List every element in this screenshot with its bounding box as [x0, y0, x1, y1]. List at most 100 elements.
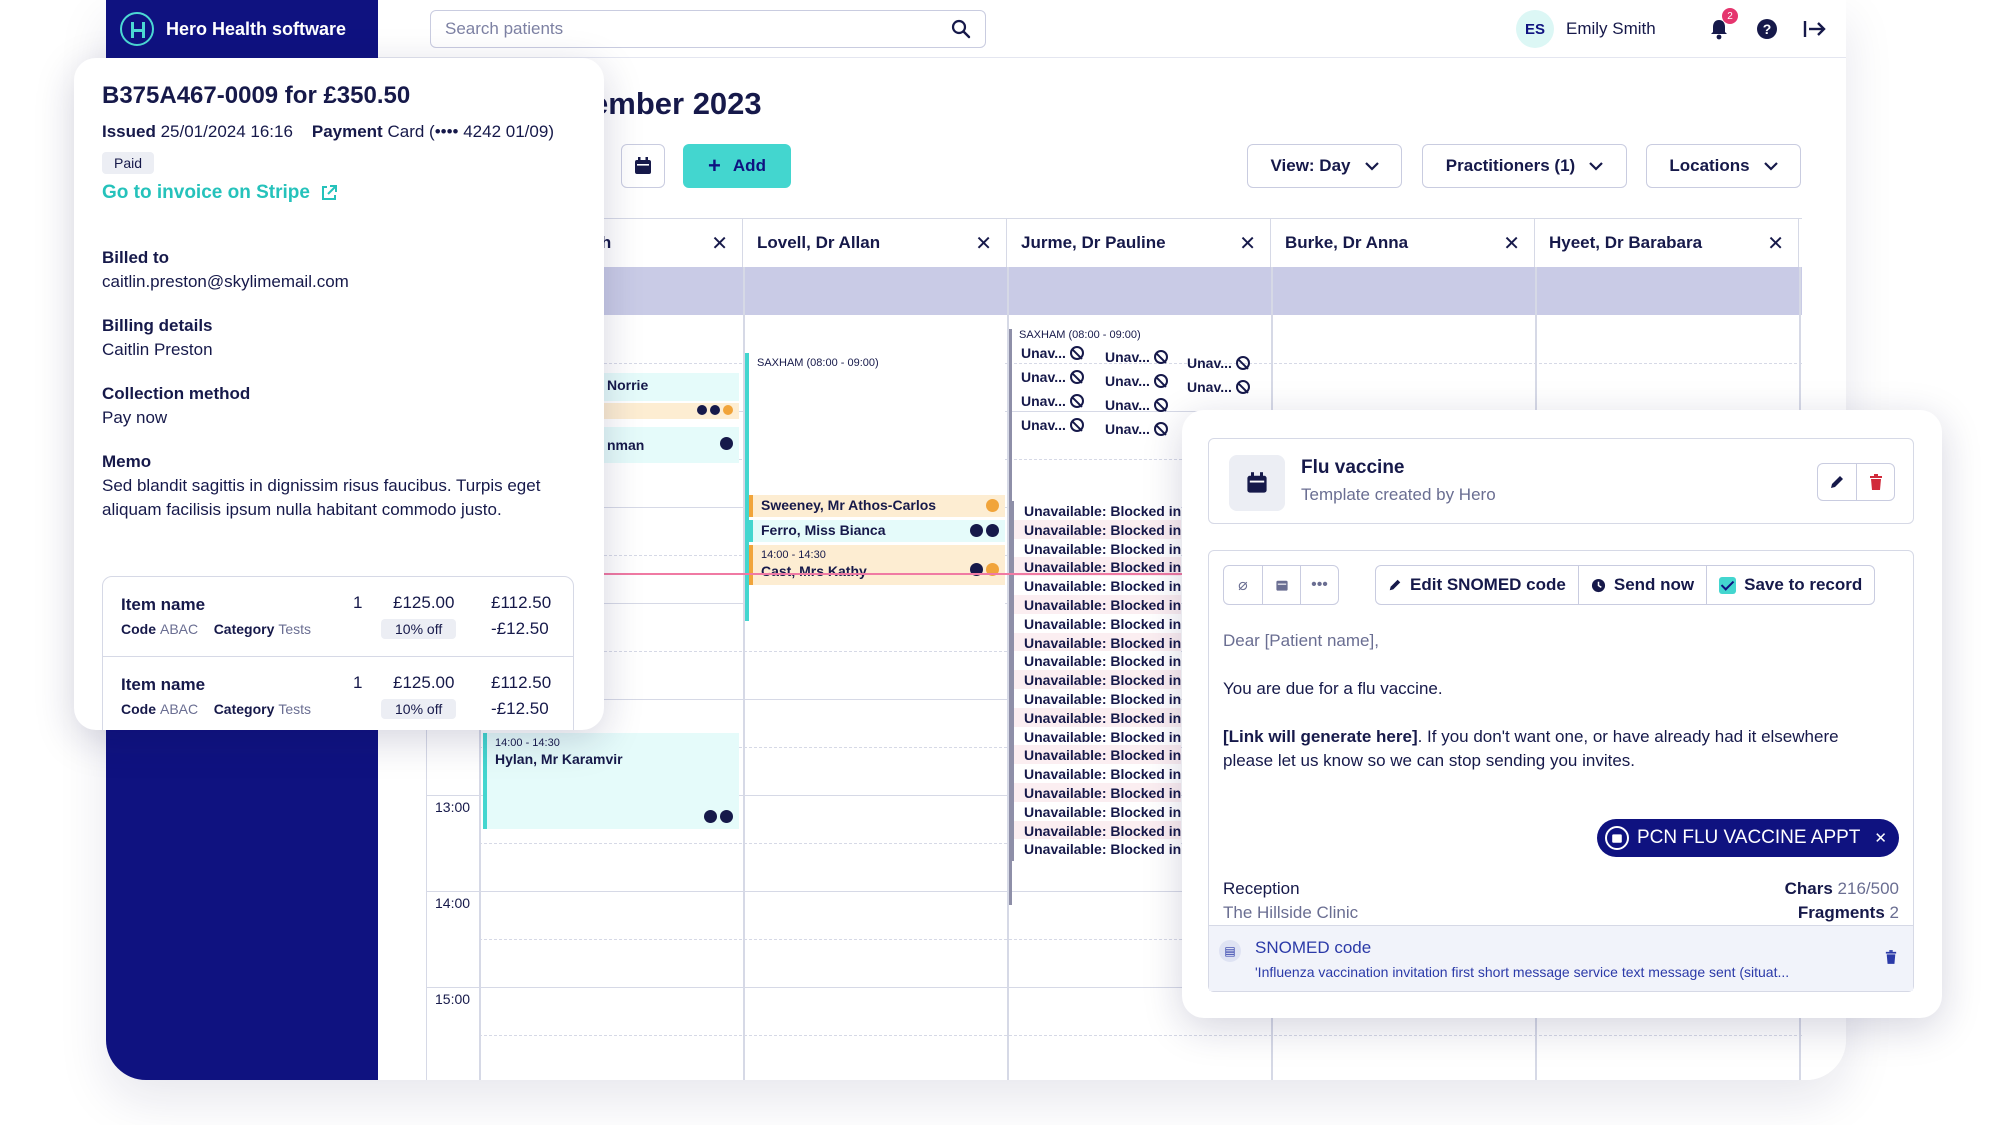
search-box[interactable] [430, 10, 986, 48]
unavailable-slot[interactable]: Unav... [1021, 345, 1084, 361]
editor-tools: ⌀ ••• [1223, 565, 1339, 605]
billing-details: Billing details Caitlin Preston [102, 316, 213, 359]
appointment-card[interactable]: Ferro, Miss Bianca [749, 520, 1005, 542]
video-icon [710, 405, 720, 415]
delete-button[interactable] [1856, 464, 1894, 500]
svg-text:?: ? [1763, 21, 1772, 37]
payment-label: Payment [311, 122, 383, 141]
external-link-icon [321, 185, 337, 200]
payment-icon [723, 405, 733, 415]
practitioners-dropdown[interactable]: Practitioners (1) [1422, 144, 1627, 188]
chevron-down-icon [1364, 161, 1379, 171]
blocked-icon [1153, 374, 1168, 388]
edit-snomed-button[interactable]: Edit SNOMED code [1376, 566, 1578, 604]
appointment-card[interactable]: Sweeney, Mr Athos-Carlos [749, 495, 1005, 517]
patient-name: Cast, Mrs Kathy [761, 563, 867, 579]
unavailable-slot[interactable]: Unav... [1105, 421, 1168, 437]
close-icon[interactable]: ✕ [1874, 829, 1887, 847]
column-name: Lovell, Dr Allan [757, 233, 881, 252]
add-button[interactable]: + Add [683, 144, 791, 188]
hero-logo-icon [120, 12, 154, 46]
calendar-icon [1275, 580, 1288, 591]
delete-snomed-button[interactable] [1885, 950, 1897, 969]
blocked-icon [1069, 370, 1084, 384]
edit-button[interactable] [1818, 464, 1856, 500]
payment-value: Card (•••• 4242 01/09) [387, 122, 554, 141]
template-panel: Flu vaccine Template created by Hero ⌀ •… [1182, 410, 1942, 1018]
user-name: Emily Smith [1566, 19, 1656, 38]
message-body[interactable]: Dear [Patient name], You are due for a f… [1223, 629, 1893, 797]
search-icon[interactable] [951, 19, 971, 39]
notifications-button[interactable]: 2 [1706, 8, 1738, 42]
invoice-card: B375A467-0009 for £350.50 Issued 25/01/2… [74, 58, 604, 730]
session-block: SAXHAM (08:00 - 09:00) [1011, 329, 1267, 343]
invoice-title: B375A467-0009 for £350.50 [102, 82, 411, 109]
unavailable-slot[interactable]: Unav... [1105, 397, 1168, 413]
video-icon [986, 524, 999, 537]
column-header: Lovell, Dr Allan ✕ [743, 219, 1007, 267]
calendar-icon [1604, 826, 1629, 850]
help-icon: ? [1757, 19, 1777, 39]
column-header: Jurme, Dr Pauline ✕ [1007, 219, 1271, 267]
close-icon[interactable]: ✕ [1503, 231, 1520, 256]
fragment-tag[interactable]: PCN FLU VACCINE APPT ✕ [1596, 819, 1899, 857]
blocked-icon [1153, 422, 1168, 436]
issued-label: Issued [102, 122, 156, 141]
user-menu[interactable]: ES Emily Smith [1516, 10, 1656, 48]
view-label: View: Day [1270, 156, 1351, 175]
snomed-code-row: ▤ SNOMED code 'Influenza vaccination inv… [1209, 925, 1913, 991]
close-icon[interactable]: ✕ [1767, 231, 1784, 256]
column-name: Burke, Dr Anna [1285, 233, 1409, 252]
blocked-slot[interactable]: Unavailable: Blocked in [1011, 839, 1181, 862]
avatar: ES [1516, 10, 1554, 48]
blocked-icon [1069, 418, 1084, 432]
locations-dropdown[interactable]: Locations [1646, 144, 1801, 188]
unavailable-slot[interactable]: Unav... [1021, 417, 1084, 433]
more-icon: ••• [1311, 576, 1328, 593]
message-stats: Chars 216/500 Fragments 2 [1784, 879, 1899, 922]
close-icon[interactable]: ✕ [975, 231, 992, 256]
video-icon [720, 810, 733, 823]
trash-icon [1869, 474, 1882, 490]
patient-name: Ferro, Miss Bianca [761, 522, 886, 538]
close-icon[interactable]: ✕ [711, 231, 728, 256]
blocked-icon [1069, 394, 1084, 408]
logout-button[interactable] [1802, 16, 1828, 42]
unavailable-slot[interactable]: Unav... [1187, 379, 1250, 395]
chevron-down-icon [1589, 161, 1603, 171]
appointment-card[interactable]: 14:00 - 14:30 Hylan, Mr Karamvir [483, 733, 739, 829]
checkbox[interactable] [1719, 576, 1737, 594]
practitioners-label: Practitioners (1) [1445, 156, 1576, 175]
unavailable-slot[interactable]: Unav... [1187, 355, 1250, 371]
session-label: SAXHAM (08:00 - 09:00) [1019, 329, 1141, 341]
send-now-button[interactable]: Send now [1577, 566, 1706, 604]
insert-appointment-button[interactable] [1262, 566, 1300, 604]
appointment-time: 14:00 - 14:30 [761, 549, 826, 561]
help-button[interactable]: ? [1754, 16, 1780, 42]
unavailable-slot[interactable]: Unav... [1021, 393, 1084, 409]
attach-button[interactable]: ⌀ [1224, 566, 1262, 604]
blocked-icon [1069, 346, 1084, 360]
blocked-icon [1235, 356, 1250, 370]
appointment-card[interactable]: 14:00 - 14:30 Cast, Mrs Kathy [749, 545, 1005, 585]
collection-method: Collection method Pay now [102, 384, 251, 427]
memo: Memo Sed blandit sagittis in dignissim r… [102, 452, 541, 519]
unavailable-slot[interactable]: Unav... [1021, 369, 1084, 385]
unavailable-slot[interactable]: Unav... [1105, 349, 1168, 365]
search-input[interactable] [445, 19, 951, 39]
info-icon [704, 810, 717, 823]
message-editor: ⌀ ••• Edit SNOMED code Send now Save to … [1208, 550, 1914, 992]
close-icon[interactable]: ✕ [1239, 231, 1256, 256]
save-to-record-toggle[interactable]: Save to record [1706, 566, 1874, 604]
view-dropdown[interactable]: View: Day [1247, 144, 1402, 188]
brand[interactable]: Hero Health software [120, 10, 346, 48]
plus-icon: + [708, 153, 721, 178]
stripe-link[interactable]: Go to invoice on Stripe [102, 182, 576, 204]
more-button[interactable]: ••• [1300, 566, 1338, 604]
all-day-band [427, 267, 1802, 315]
pencil-icon [1831, 476, 1843, 488]
date-picker-button[interactable] [621, 144, 665, 188]
top-bar: ES Emily Smith 2 ? [378, 0, 1846, 58]
unavailable-slot[interactable]: Unav... [1105, 373, 1168, 389]
payment-icon [986, 499, 999, 512]
